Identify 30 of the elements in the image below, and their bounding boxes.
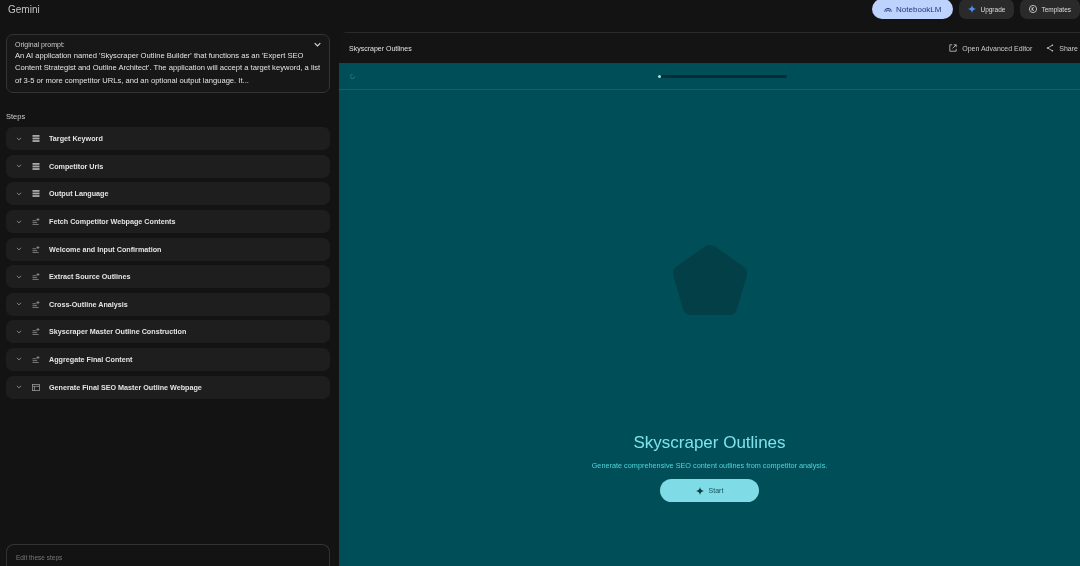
text-sparkle-icon [32, 328, 40, 336]
chevron-icon [16, 247, 22, 252]
text-sparkle-icon [32, 218, 40, 225]
chevron-icon [16, 302, 22, 307]
expand-icon[interactable] [314, 42, 321, 47]
chevron-icon [16, 136, 22, 141]
notebooklm-button[interactable]: NotebookLM [872, 0, 954, 19]
form-icon [32, 162, 40, 170]
notebook-icon [884, 5, 893, 13]
chevron-icon [16, 191, 22, 196]
text-sparkle-icon [32, 245, 40, 253]
chevron-icon [16, 274, 22, 279]
form-icon [32, 190, 40, 198]
chevron-icon [16, 164, 22, 169]
external-link-icon [949, 44, 958, 52]
chevron-icon [16, 357, 22, 362]
k-circle-icon [1029, 5, 1038, 13]
text-sparkle-icon [32, 300, 40, 308]
chevron-icon [16, 329, 22, 334]
app-heading: Skyscraper Outlines [633, 433, 786, 453]
sparkle-icon [695, 486, 704, 495]
form-icon [32, 135, 40, 143]
app-title: Gemini [8, 3, 40, 15]
chevron-icon [16, 219, 22, 224]
chevron-icon [16, 385, 22, 390]
window-icon [32, 383, 40, 391]
text-sparkle-icon [32, 273, 40, 281]
text-sparkle-icon [32, 355, 40, 363]
share-icon [1046, 44, 1055, 52]
sparkle-icon [968, 5, 977, 13]
